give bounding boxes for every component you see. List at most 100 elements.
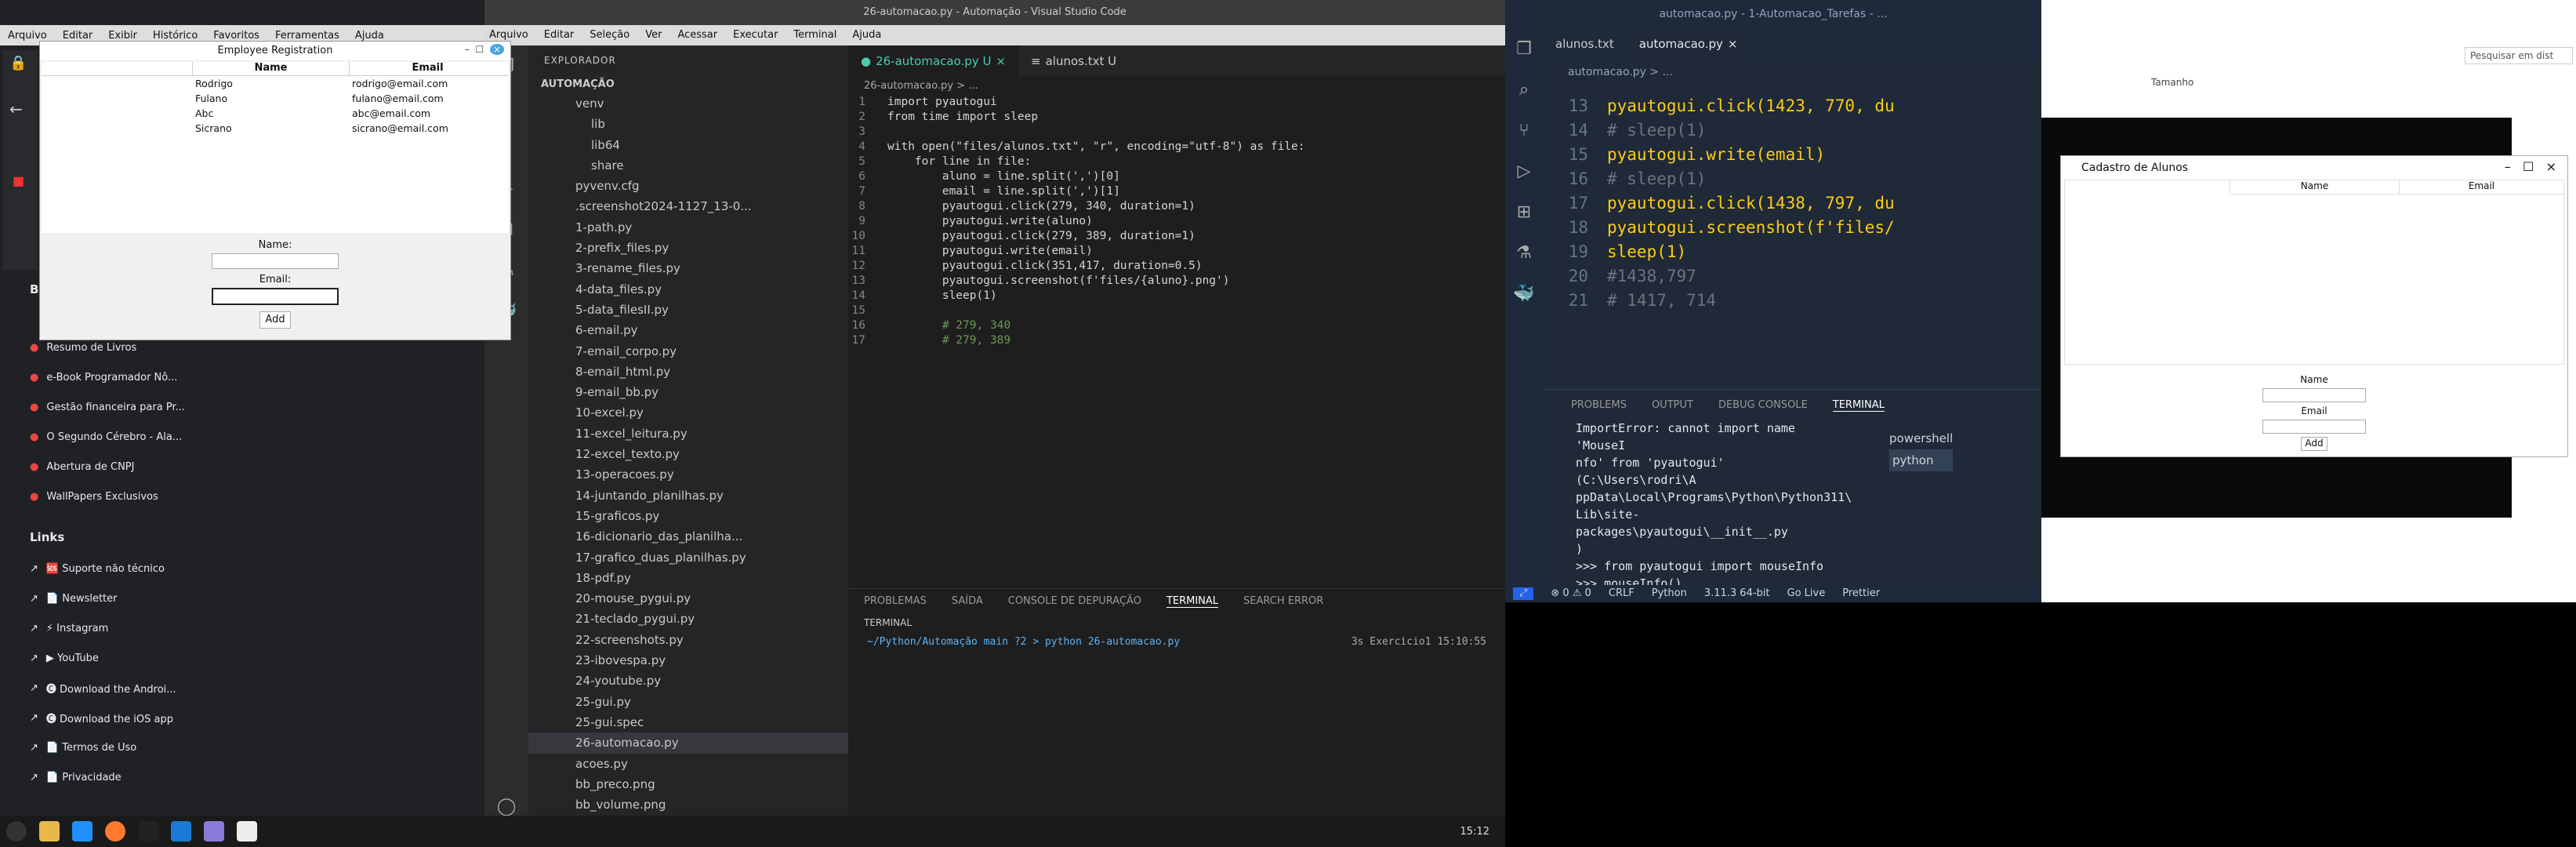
name-input[interactable]	[2262, 388, 2366, 402]
search-input[interactable]: Pesquisar em dist	[2465, 47, 2573, 64]
file-tree-item[interactable]: pyvenv.cfg	[528, 176, 848, 196]
menu-ver[interactable]: Ver	[645, 29, 662, 42]
status-problems[interactable]: ⊗ 0 ⚠ 0	[1551, 587, 1591, 600]
code-line[interactable]: 8 pyautogui.click(279, 340, duration=1)	[848, 199, 1505, 214]
email-input[interactable]	[212, 288, 339, 305]
file-tree-item[interactable]: 1-path.py	[528, 217, 848, 238]
tab-debug[interactable]: DEBUG CONSOLE	[1718, 399, 1808, 412]
file-tree-item[interactable]: 9-email_bb.py	[528, 382, 848, 402]
link-item[interactable]: ↗ ▶ YouTube	[30, 643, 469, 673]
add-button[interactable]: Add	[2301, 437, 2327, 451]
file-tree-item[interactable]: acoes.py	[528, 754, 848, 774]
tab-automacao[interactable]: ● 26-automacao.py U ×	[848, 45, 1018, 77]
tab-alunos[interactable]: ≡ alunos.txt U	[1018, 45, 1129, 77]
code-line[interactable]: 1 import pyautogui	[848, 95, 1505, 110]
close-icon[interactable]: ×	[489, 44, 504, 55]
table-row[interactable]: Fulano fulano@email.com	[42, 91, 509, 106]
status-prettier[interactable]: Prettier	[1842, 587, 1880, 600]
file-tree-item[interactable]: 25-gui.spec	[528, 712, 848, 732]
status-language[interactable]: Python	[1652, 587, 1687, 600]
file-tree-item[interactable]: 14-juntando_planilhas.py	[528, 485, 848, 506]
col-size[interactable]: Tamanho	[2151, 77, 2193, 88]
file-tree-item[interactable]: venv	[528, 93, 848, 114]
code-line[interactable]: 11 pyautogui.write(email)	[848, 244, 1505, 259]
tab-search-error[interactable]: SEARCH ERROR	[1243, 595, 1323, 608]
code-line[interactable]: 21 # 1417, 714	[1543, 289, 2013, 313]
file-tree-item[interactable]: 25-gui.py	[528, 692, 848, 712]
col-email[interactable]: Email	[349, 62, 506, 75]
tab-saida[interactable]: SAÍDA	[952, 595, 983, 608]
menu-exibir[interactable]: Exibir	[108, 30, 137, 42]
add-button[interactable]: Add	[259, 311, 291, 329]
window-controls[interactable]: – ☐ ×	[465, 44, 504, 55]
code-line[interactable]: 6 aluno = line.split(',')[0]	[848, 169, 1505, 184]
extensions-icon[interactable]: ⊞	[1505, 191, 1543, 232]
terminal-output[interactable]: ImportError: cannot import name 'MouseI n…	[1543, 412, 1852, 592]
menu-executar[interactable]: Executar	[733, 29, 778, 42]
link-item[interactable]: ↗ 🅒 Download the iOS app	[30, 703, 469, 732]
file-tree-item[interactable]: .screenshot2024-1127_13-0...	[528, 196, 848, 216]
code-line[interactable]: 18 pyautogui.screenshot(f'files/	[1543, 216, 2013, 240]
file-tree-item[interactable]: 20-mouse_pygui.py	[528, 588, 848, 609]
testing-icon[interactable]: ⚗	[1505, 232, 1543, 273]
tab-console[interactable]: CONSOLE DE DEPURAÇÃO	[1008, 595, 1141, 608]
code-line[interactable]: 3	[848, 125, 1505, 140]
file-tree-item[interactable]: bb_volume.png	[528, 794, 848, 815]
file-tree-item[interactable]: bb_preco.png	[528, 774, 848, 794]
code-line[interactable]: 9 pyautogui.write(aluno)	[848, 214, 1505, 229]
file-tree-item[interactable]: 26-automacao.py	[528, 732, 848, 754]
file-tree-item[interactable]: share	[528, 155, 848, 176]
status-go-live[interactable]: Go Live	[1787, 587, 1826, 600]
settings-icon[interactable]	[237, 821, 257, 842]
status-interpreter[interactable]: 3.11.3 64-bit	[1704, 587, 1770, 600]
menu-arquivo[interactable]: Arquivo	[8, 30, 47, 42]
code-line[interactable]: 5 for line in file:	[848, 154, 1505, 169]
terminal-python[interactable]: python	[1889, 449, 1954, 471]
tab-output[interactable]: OUTPUT	[1652, 399, 1693, 412]
menu-ferramentas[interactable]: Ferramentas	[275, 30, 339, 42]
red-app-icon[interactable]: ■	[3, 118, 38, 188]
tab-terminal[interactable]: TERMINAL	[1832, 399, 1885, 412]
file-tree-item[interactable]: 21-teclado_pygui.py	[528, 609, 848, 629]
link-item[interactable]: ↗ 📄 Newsletter	[30, 583, 469, 613]
source-control-icon[interactable]: ⑂	[1505, 110, 1543, 151]
status-eol[interactable]: CRLF	[1609, 587, 1634, 600]
table-row[interactable]: Sicrano sicrano@email.com	[42, 121, 509, 136]
code-area[interactable]: 1 import pyautogui 2 from time import sleep…	[848, 95, 1505, 348]
code-line[interactable]: 13 pyautogui.screenshot(f'files/{aluno}.…	[848, 274, 1505, 289]
run-debug-icon[interactable]: ▷	[1505, 151, 1543, 191]
code-line[interactable]: 7 email = line.split(',')[1]	[848, 184, 1505, 199]
code-line[interactable]: 15	[848, 304, 1505, 318]
file-tree-item[interactable]: 23-ibovespa.py	[528, 650, 848, 671]
files-icon[interactable]: ❐	[1505, 28, 1543, 69]
code-line[interactable]: 2 from time import sleep	[848, 110, 1505, 125]
workspace-folder[interactable]: AUTOMAÇÃO	[528, 75, 848, 93]
code-line[interactable]: 17 pyautogui.click(1438, 797, du	[1543, 191, 2013, 216]
menu-acessar[interactable]: Acessar	[677, 29, 717, 42]
file-tree-item[interactable]: 8-email_html.py	[528, 362, 848, 382]
code-line[interactable]: 17 # 279, 389	[848, 333, 1505, 348]
link-item[interactable]: ↗ 🆘 Suporte não técnico	[30, 554, 469, 583]
bookmark-item[interactable]: ● O Segundo Cérebro - Ala...	[30, 422, 469, 452]
file-tree-item[interactable]: 11-excel_leitura.py	[528, 424, 848, 444]
code-line[interactable]: 12 pyautogui.click(351,417, duration=0.5…	[848, 259, 1505, 274]
link-item[interactable]: ↗ 🅒 Download the Androi...	[30, 673, 469, 703]
code-line[interactable]: 16 # sleep(1)	[1543, 167, 2013, 191]
back-arrow-icon[interactable]: ←	[3, 76, 38, 118]
file-tree-item[interactable]: 2-prefix_files.py	[528, 238, 848, 258]
code-line[interactable]: 10 pyautogui.click(279, 389, duration=1)	[848, 229, 1505, 244]
table-row[interactable]: Abc abc@email.com	[42, 106, 509, 121]
bookmark-item[interactable]: ● Abertura de CNPJ	[30, 452, 469, 482]
menu-selecao[interactable]: Seleção	[590, 29, 629, 42]
file-tree-item[interactable]: 22-screenshots.py	[528, 630, 848, 650]
file-tree-item[interactable]: 7-email_corpo.py	[528, 341, 848, 362]
menu-terminal[interactable]: Terminal	[793, 29, 836, 42]
menu-historico[interactable]: Histórico	[153, 30, 198, 42]
menu-arquivo[interactable]: Arquivo	[489, 29, 528, 42]
clock[interactable]: 15:12	[1460, 826, 1489, 838]
file-tree-item[interactable]: 17-grafico_duas_planilhas.py	[528, 547, 848, 568]
code-line[interactable]: 20 #1438,797	[1543, 264, 2013, 289]
file-tree-item[interactable]: 13-operacoes.py	[528, 464, 848, 485]
search-icon[interactable]: ⌕	[1505, 69, 1543, 110]
app-icon[interactable]	[72, 821, 93, 842]
